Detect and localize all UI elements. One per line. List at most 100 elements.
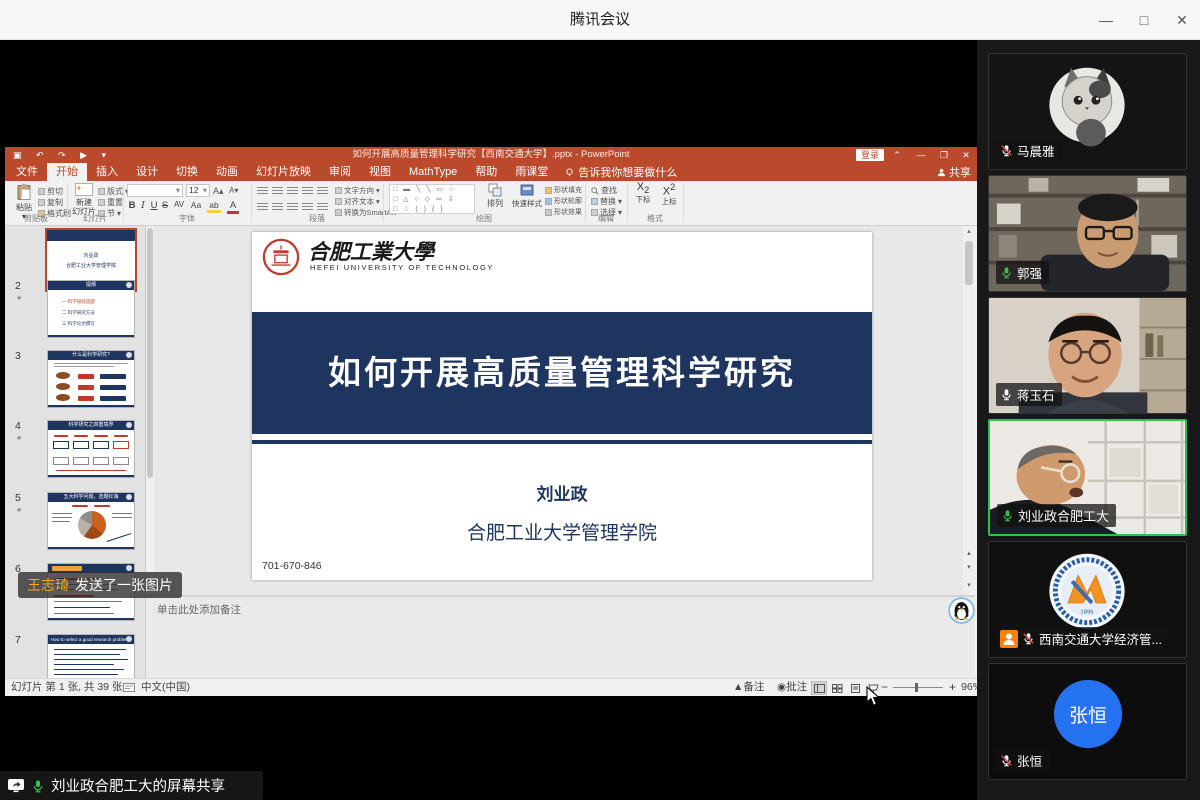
ribbon-options-icon[interactable]: ⌃ — [889, 147, 905, 163]
zoom-out-button[interactable]: − — [881, 679, 888, 696]
quick-access-toolbar[interactable]: ▣ ↶ ↷ ▶ ▾ — [13, 147, 112, 163]
minimize-icon[interactable]: — — [1088, 0, 1124, 40]
quick-styles-button[interactable]: 快速样式 — [511, 183, 543, 208]
scroll-down-icon[interactable]: ▾ — [963, 580, 975, 592]
close-icon[interactable]: ✕ — [1164, 0, 1200, 40]
align-center-button[interactable] — [272, 203, 283, 212]
shrink-font-button[interactable]: A▾ — [229, 186, 238, 195]
align-left-button[interactable] — [257, 203, 268, 212]
copy-button[interactable]: 复制 — [38, 197, 63, 208]
italic-button[interactable]: I — [138, 200, 148, 211]
slide-thumbnail-7[interactable]: How to select a good research problem? — [47, 634, 135, 678]
participant-nameplate: 张恒 — [996, 749, 1049, 772]
zoom-slider-track[interactable] — [893, 687, 943, 688]
bullets-button[interactable] — [257, 187, 268, 196]
tab-design[interactable]: 设计 — [127, 163, 167, 181]
text-direction-button[interactable]: 文字方向▾ — [335, 185, 380, 196]
tab-review[interactable]: 审阅 — [320, 163, 360, 181]
cut-button[interactable]: 剪切 — [38, 186, 63, 197]
canvas-scrollbar[interactable]: ▴ ▴ ▾ ▾ — [963, 226, 975, 595]
ppt-close-icon[interactable]: ✕ — [958, 147, 974, 163]
strikethrough-button[interactable]: S — [160, 200, 170, 211]
tab-slideshow[interactable]: 幻灯片放映 — [247, 163, 320, 181]
notes-pane[interactable]: 单击此处添加备注 — [147, 597, 975, 678]
participant-tile[interactable]: 1896 西南交通大学经济管... — [988, 541, 1187, 658]
grow-font-button[interactable]: A▴ — [213, 186, 224, 197]
superscript-button[interactable]: X2上标 — [657, 183, 681, 206]
align-right-button[interactable] — [287, 203, 298, 212]
tab-mathtype[interactable]: MathType — [400, 163, 466, 181]
align-text-button[interactable]: 对齐文本▾ — [335, 196, 380, 207]
layout-button[interactable]: 版式▾ — [98, 186, 129, 197]
current-slide[interactable]: 合肥工業大學 HEFEI UNIVERSITY OF TECHNOLOGY 如何… — [252, 232, 872, 580]
normal-view-button[interactable] — [811, 681, 827, 695]
slide-thumbnail-5[interactable]: 五大科学问题，选题红海 — [47, 492, 135, 550]
increase-indent-button[interactable] — [302, 187, 313, 196]
find-button[interactable]: 查找 — [591, 185, 617, 196]
next-slide-icon[interactable]: ▾ — [963, 562, 975, 574]
share-button[interactable]: 共享 — [937, 163, 971, 181]
tab-home[interactable]: 开始 — [47, 163, 87, 181]
bold-button[interactable]: B — [127, 200, 137, 211]
zoom-slider-thumb[interactable] — [915, 683, 918, 692]
slide-sorter-view-button[interactable] — [829, 681, 845, 695]
screen-share-banner[interactable]: 刘业政合肥工大的屏幕共享 — [0, 771, 263, 800]
underline-button[interactable]: U — [149, 200, 159, 211]
zoom-in-button[interactable]: + — [949, 679, 956, 696]
tab-view[interactable]: 视图 — [360, 163, 400, 181]
spellcheck-icon[interactable] — [123, 683, 135, 692]
shape-outline-button[interactable]: 形状轮廓 — [545, 196, 582, 206]
previous-slide-icon[interactable]: ▴ — [963, 548, 975, 560]
subscript-button[interactable]: X2下标 — [631, 183, 655, 204]
numbering-button[interactable] — [272, 187, 283, 196]
char-spacing-button[interactable]: AV — [171, 200, 187, 209]
maximize-icon[interactable]: □ — [1126, 0, 1162, 40]
line-spacing-button[interactable] — [317, 187, 328, 196]
font-size-select[interactable]: 12▾ — [186, 184, 210, 197]
participant-tile-active-speaker[interactable]: 刘业政合肥工大 — [988, 419, 1187, 536]
tab-yuketang[interactable]: 雨课堂 — [506, 163, 557, 181]
arrange-button[interactable]: 排列 — [481, 183, 509, 208]
reset-button[interactable]: 重置 — [98, 197, 123, 208]
decrease-indent-button[interactable] — [287, 187, 298, 196]
ppt-restore-icon[interactable]: ❐ — [936, 147, 952, 163]
participant-tile[interactable]: 郭强 — [988, 175, 1187, 292]
chat-toast[interactable]: 王志琦 发送了一张图片 — [18, 572, 182, 598]
new-slide-button[interactable]: 新建 幻灯片 — [69, 183, 99, 216]
tell-me-box[interactable]: 告诉我你想要做什么 — [557, 163, 685, 181]
group-label-drawing: 绘图 — [383, 213, 585, 224]
scroll-up-icon[interactable]: ▴ — [963, 226, 975, 238]
font-color-button[interactable]: A — [227, 200, 239, 214]
tab-help[interactable]: 帮助 — [466, 163, 506, 181]
language-indicator[interactable]: 中文(中国) — [141, 679, 190, 696]
highlight-button[interactable]: ab — [207, 200, 221, 213]
columns-button[interactable] — [317, 203, 328, 212]
title-band: 如何开展高质量管理科学研究 — [252, 312, 872, 434]
tab-animations[interactable]: 动画 — [207, 163, 247, 181]
participant-tile[interactable]: 蒋玉石 — [988, 297, 1187, 414]
replace-button[interactable]: 替换▾ — [591, 196, 622, 207]
comments-toggle[interactable]: ◉ 批注 — [777, 679, 786, 696]
slide-thumbnail-4[interactable]: 科学研究之四重境界 — [47, 420, 135, 478]
tab-file[interactable]: 文件 — [7, 163, 47, 181]
ppt-minimize-icon[interactable]: — — [913, 147, 929, 163]
login-button[interactable]: 登录 — [856, 149, 884, 161]
justify-button[interactable] — [302, 203, 313, 212]
tab-transitions[interactable]: 切换 — [167, 163, 207, 181]
qq-float-icon[interactable] — [948, 597, 975, 629]
scrollbar-thumb[interactable] — [965, 241, 973, 285]
group-label-editing: 编辑 — [585, 213, 627, 224]
tab-insert[interactable]: 插入 — [87, 163, 127, 181]
shape-fill-button[interactable]: 形状填充 — [545, 185, 582, 195]
participant-tile[interactable]: 马晨雅 — [988, 53, 1187, 170]
notes-toggle[interactable]: ▲ 备注 — [733, 679, 743, 696]
university-seal-icon — [262, 238, 300, 276]
shapes-gallery[interactable]: □ ▬ ╲ ╲ ▭ ○□ △ ○ ◇ ⇦ ⇩□ ☆ ( ) { } — [389, 184, 475, 214]
participant-tile[interactable]: 张恒 张恒 — [988, 663, 1187, 780]
scrollbar-thumb[interactable] — [147, 228, 153, 478]
reading-view-button[interactable] — [847, 681, 863, 695]
slide-thumbnail-2[interactable]: 提纲 一 科学研究选题 二 科学研究方法 三 科学论文撰写 — [47, 280, 135, 338]
slide-thumbnail-3[interactable]: 什么是科学研究? — [47, 350, 135, 408]
font-name-select[interactable]: ▾ — [127, 184, 183, 197]
change-case-button[interactable]: Aa — [189, 200, 203, 210]
